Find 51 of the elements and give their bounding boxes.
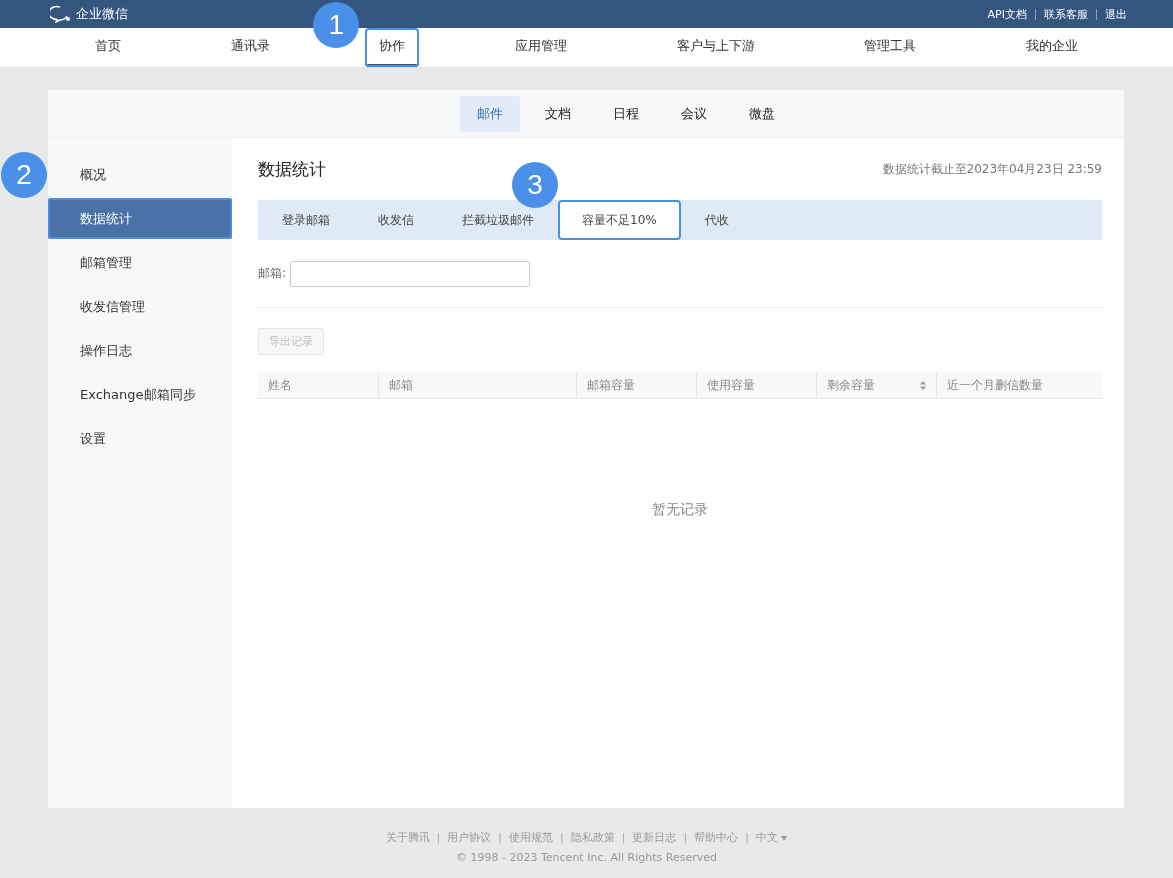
mailbox-input-field[interactable] [290,260,531,287]
separator: | [436,831,441,844]
callout-badge: 1 [313,2,360,48]
chat-bubble-icon [50,5,72,23]
sidebar-item[interactable]: 邮箱管理 [48,242,232,283]
column-header: 使用容量 [696,372,816,398]
caret-icon [781,836,788,841]
tab[interactable]: 代收 [680,200,753,240]
field-label: 邮箱: [258,265,287,282]
sub-tab[interactable]: 微盘 [732,95,792,132]
logo-text: 企业微信 [76,5,128,23]
separator: | [498,831,503,844]
sidebar-item[interactable]: 概况 [48,154,232,195]
separator: | [560,831,564,844]
column-header: 邮箱 [378,372,576,398]
nav-tab[interactable]: 通讯录 [216,28,284,67]
sidebar-item[interactable]: 设置 [48,418,232,459]
nav-tab[interactable]: 协作 [365,28,420,67]
sidebar-item[interactable]: 数据统计 [48,198,232,239]
copyright: © 1998 - 2023 Tencent Inc. All Rights Reserved [456,851,717,864]
column-header[interactable]: 剩余容量 [816,372,936,398]
header-link[interactable]: API文档 [979,8,1035,20]
nav-tab[interactable]: 应用管理 [500,28,581,67]
page-title: 数据统计 [258,157,326,181]
column-header: 邮箱容量 [576,372,696,398]
sub-tab[interactable]: 会议 [664,95,724,132]
tab[interactable]: 容量不足10% [558,200,681,240]
tab[interactable]: 登录邮箱 [258,200,354,240]
separator: | [745,831,749,844]
nav-tab[interactable]: 客户与上下游 [662,28,769,67]
sub-tab[interactable]: 文档 [528,95,588,132]
column-header: 近一个月删信数量 [936,372,1102,398]
sidebar-item[interactable]: 操作日志 [48,330,232,371]
column-header: 姓名 [267,376,293,394]
separator: | [621,831,626,844]
timestamp: 数据统计截止至2023年04月23日 23:59 [882,160,1102,178]
separator: | [683,831,688,844]
header-link[interactable]: 联系客服 [1035,8,1096,20]
nav-tab[interactable]: 我的企业 [1012,28,1093,67]
sub-tab[interactable]: 日程 [596,95,656,132]
callout-badge: 2 [1,152,47,198]
sidebar-item[interactable]: 收发信管理 [48,286,232,327]
empty-message: 暂无记录 [651,501,709,519]
header-link[interactable]: 退出 [1096,8,1127,20]
sub-tab[interactable]: 邮件 [460,95,520,132]
callout-badge: 3 [512,162,558,208]
sidebar-item[interactable]: Exchange邮箱同步 [48,374,232,415]
nav-tab[interactable]: 管理工具 [850,28,931,67]
tab[interactable]: 收发信 [354,200,438,240]
nav-tab[interactable]: 首页 [80,28,135,67]
sort-icon[interactable] [920,380,926,390]
